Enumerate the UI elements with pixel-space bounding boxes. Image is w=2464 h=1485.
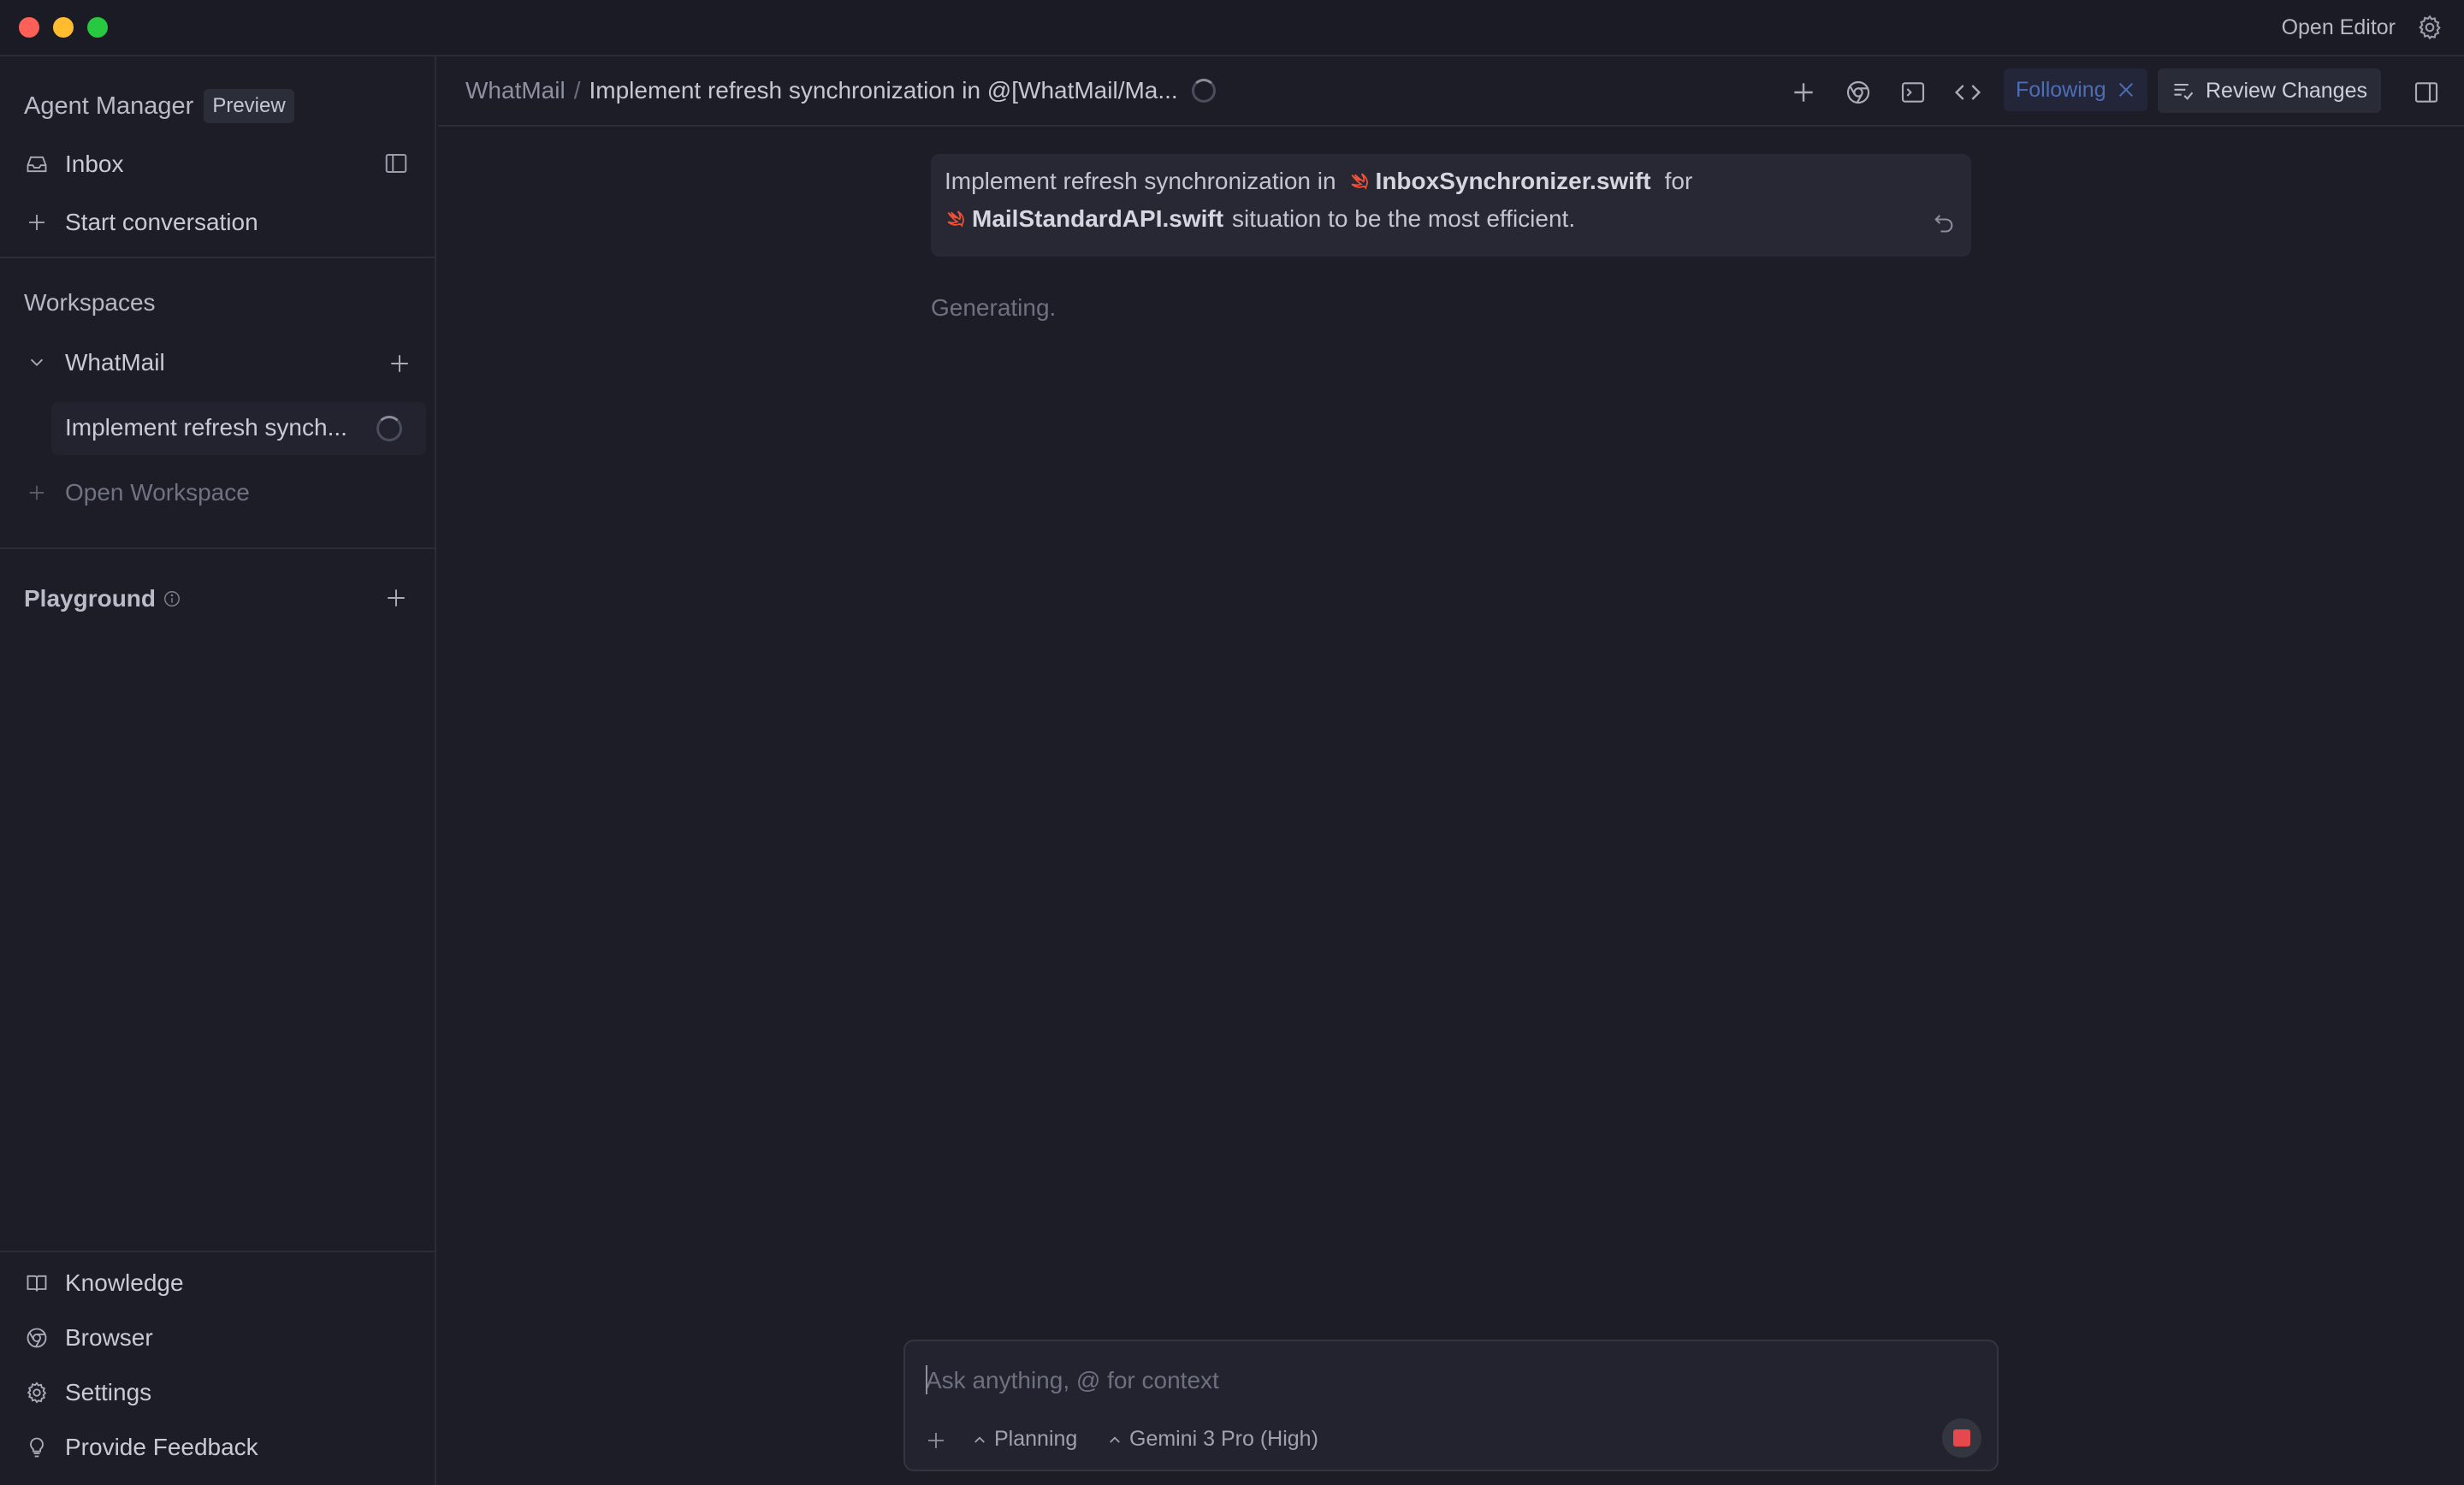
- sidebar-item-label: Settings: [65, 1379, 152, 1405]
- sidebar-item-inbox[interactable]: Inbox: [24, 151, 124, 178]
- breadcrumb: WhatMail / Implement refresh synchroniza…: [465, 77, 1216, 104]
- code-icon[interactable]: [1954, 79, 1981, 106]
- stop-icon: [1953, 1429, 1970, 1447]
- breadcrumb-workspace[interactable]: WhatMail: [465, 77, 566, 104]
- chevron-up-icon: [1110, 1435, 1120, 1443]
- terminal-icon[interactable]: [1899, 79, 1927, 106]
- close-icon[interactable]: [2117, 80, 2135, 99]
- workspaces-heading: Workspaces: [24, 289, 156, 316]
- sidebar-item-browser[interactable]: Browser: [24, 1324, 153, 1352]
- lightbulb-icon: [24, 1435, 50, 1460]
- review-changes-button[interactable]: Review Changes: [2158, 68, 2381, 113]
- add-playground-icon[interactable]: [385, 587, 407, 609]
- user-message: Implement refresh synchronization in Inb…: [931, 154, 1971, 257]
- app-window: Open Editor Agent Manager Preview Inbox …: [0, 0, 2464, 1485]
- message-text: situation to be the most efficient.: [1232, 205, 1576, 232]
- sidebar: Agent Manager Preview Inbox Start conver…: [0, 56, 436, 1485]
- sidebar-item-label: Browser: [65, 1324, 153, 1351]
- workspace-name: WhatMail: [65, 349, 165, 376]
- sidebar-item-label: Inbox: [65, 151, 124, 177]
- chevron-up-icon: [974, 1435, 985, 1443]
- text-caret: [926, 1365, 927, 1394]
- chrome-icon: [24, 1325, 50, 1351]
- following-label: Following: [2016, 77, 2106, 102]
- file-reference[interactable]: InboxSynchronizer.swift: [1348, 168, 1651, 195]
- divider: [0, 1251, 435, 1252]
- message-line: MailStandardAPI.swift situation to be th…: [945, 205, 1575, 233]
- chevron-down-icon: [24, 350, 50, 376]
- breadcrumb-title: Implement refresh synchronization in @[W…: [589, 77, 1178, 104]
- loading-spinner-icon: [376, 416, 402, 441]
- conversation-item-label: Implement refresh synch...: [65, 414, 347, 441]
- toggle-sidebar-icon[interactable]: [383, 151, 409, 176]
- conversation-header: WhatMail / Implement refresh synchroniza…: [438, 56, 2464, 127]
- divider: [0, 257, 435, 258]
- stop-generation-button[interactable]: [1942, 1418, 1981, 1458]
- add-conversation-icon[interactable]: [388, 352, 411, 375]
- chrome-icon[interactable]: [1845, 79, 1872, 106]
- plus-icon[interactable]: [1790, 79, 1817, 106]
- add-context-icon[interactable]: [926, 1430, 946, 1451]
- message-line: Implement refresh synchronization in Inb…: [945, 168, 1692, 195]
- gear-icon: [24, 1380, 50, 1405]
- message-text: Implement refresh synchronization in: [945, 168, 1336, 194]
- workspace-whatmail[interactable]: WhatMail: [24, 349, 165, 376]
- file-name: MailStandardAPI.swift: [972, 205, 1224, 232]
- window-minimize-button[interactable]: [53, 17, 74, 38]
- loading-spinner-icon: [1191, 79, 1216, 103]
- open-editor-button[interactable]: Open Editor: [2282, 15, 2396, 40]
- review-changes-label: Review Changes: [2206, 78, 2367, 103]
- window-maximize-button[interactable]: [87, 17, 108, 38]
- sidebar-item-knowledge[interactable]: Knowledge: [24, 1269, 184, 1297]
- toggle-panel-icon[interactable]: [2413, 79, 2440, 106]
- model-label: Gemini 3 Pro (High): [1129, 1427, 1318, 1451]
- sidebar-item-settings[interactable]: Settings: [24, 1379, 151, 1406]
- gear-icon[interactable]: [2416, 14, 2443, 41]
- divider: [0, 547, 435, 549]
- file-reference[interactable]: MailStandardAPI.swift: [945, 205, 1223, 233]
- inbox-icon: [24, 151, 50, 177]
- start-conversation-button[interactable]: Start conversation: [24, 209, 258, 236]
- following-toggle[interactable]: Following: [2004, 68, 2147, 111]
- swift-icon: [1351, 173, 1368, 190]
- sidebar-item-label: Provide Feedback: [65, 1434, 258, 1460]
- composer: Planning Gemini 3 Pro (High): [903, 1340, 1999, 1471]
- sidebar-item-label: Start conversation: [65, 209, 258, 235]
- preview-badge: Preview: [204, 89, 294, 123]
- playground-label: Playground: [24, 585, 157, 612]
- file-name: InboxSynchronizer.swift: [1375, 168, 1651, 194]
- breadcrumb-separator: /: [573, 77, 581, 104]
- playground-heading: Playground: [24, 585, 181, 612]
- list-check-icon: [2174, 83, 2194, 100]
- model-selector[interactable]: Gemini 3 Pro (High): [1107, 1427, 1318, 1452]
- plus-icon: [24, 480, 50, 506]
- chat-input[interactable]: [926, 1364, 1952, 1398]
- message-text: for: [1664, 168, 1693, 194]
- generating-status: Generating.: [931, 294, 1057, 321]
- window-close-button[interactable]: [19, 17, 39, 38]
- sidebar-item-label: Open Workspace: [65, 479, 250, 506]
- mode-label: Planning: [994, 1427, 1078, 1451]
- title-bar: Open Editor: [0, 0, 2464, 56]
- swift-icon: [947, 210, 964, 228]
- sidebar-header: Agent Manager Preview: [24, 89, 294, 123]
- undo-icon[interactable]: [1932, 210, 1956, 234]
- sidebar-item-feedback[interactable]: Provide Feedback: [24, 1434, 258, 1461]
- plus-icon: [24, 210, 50, 235]
- open-workspace-button[interactable]: Open Workspace: [24, 479, 250, 506]
- conversation-item[interactable]: Implement refresh synch...: [51, 402, 426, 455]
- book-icon: [24, 1270, 50, 1296]
- info-icon[interactable]: [163, 589, 181, 608]
- sidebar-item-label: Knowledge: [65, 1269, 184, 1296]
- mode-selector[interactable]: Planning: [972, 1427, 1077, 1452]
- app-title: Agent Manager: [24, 92, 194, 120]
